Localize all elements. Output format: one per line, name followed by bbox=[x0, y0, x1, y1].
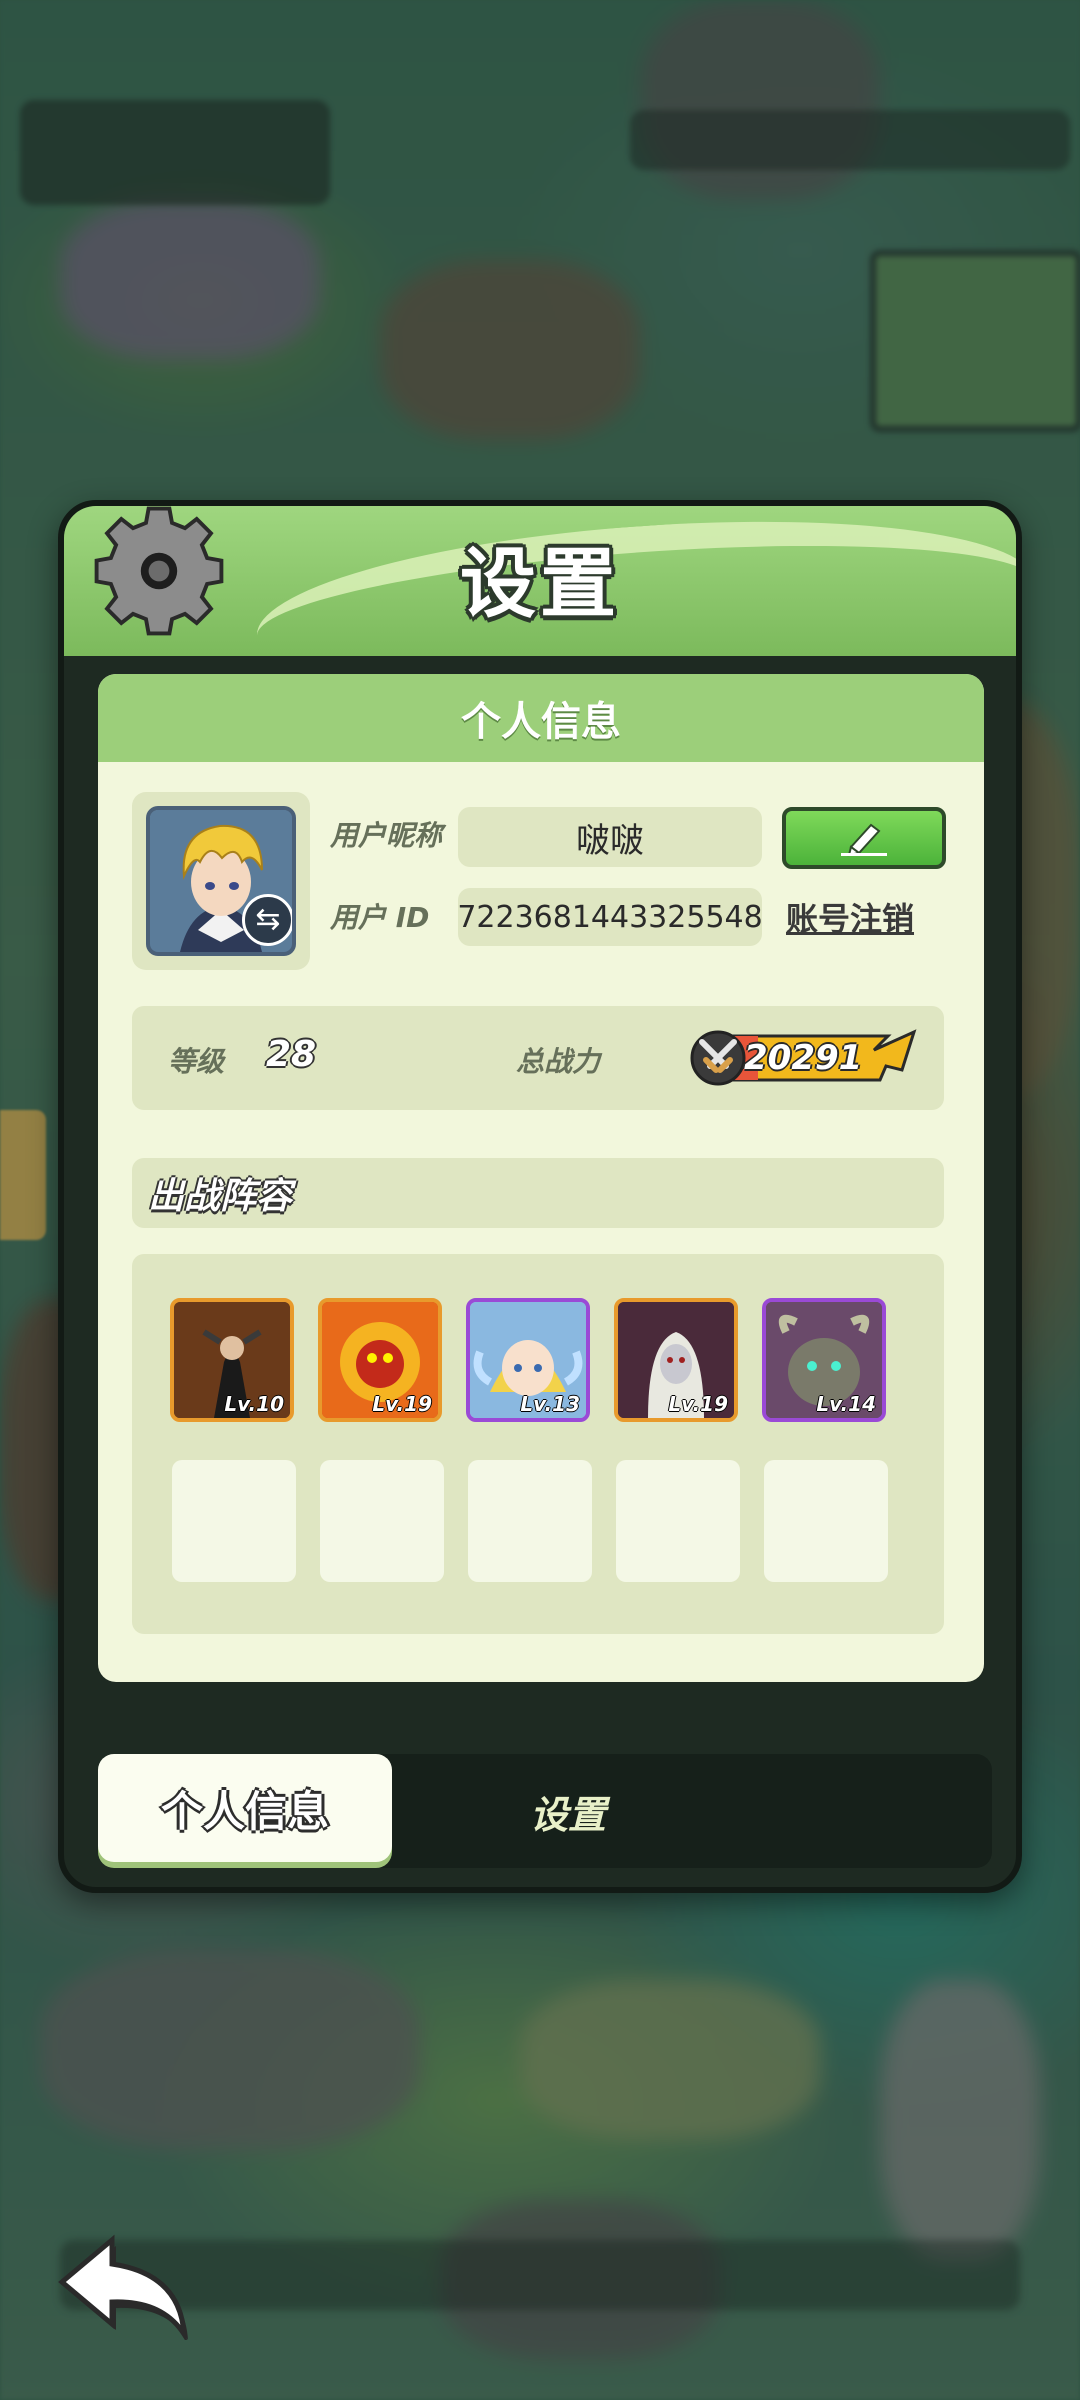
personal-info-card: 个人信息 ⇆ 用户昵称 啵啵 用户 ID 7223681443325548 账号… bbox=[98, 674, 984, 1682]
dialog-tab-bar: 个人信息 设置 bbox=[98, 1754, 992, 1868]
level-value: 28 bbox=[266, 1034, 317, 1075]
empty-hero-slot[interactable] bbox=[172, 1460, 296, 1582]
level-label: 等级 bbox=[168, 1045, 225, 1078]
avatar[interactable]: ⇆ bbox=[146, 806, 296, 956]
dialog-header: 设置 bbox=[64, 506, 1016, 656]
power-badge: 20291 bbox=[688, 1028, 918, 1088]
cancel-account-link[interactable]: 账号注销 bbox=[786, 894, 914, 940]
power-label: 总战力 bbox=[516, 1045, 601, 1078]
tab-settings[interactable]: 设置 bbox=[458, 1754, 678, 1868]
swap-icon[interactable]: ⇆ bbox=[242, 894, 292, 946]
user-id-label: 用户 ID bbox=[330, 901, 430, 934]
hero-card-4[interactable]: Lv.19 bbox=[614, 1298, 738, 1422]
user-id-field: 7223681443325548 bbox=[457, 888, 763, 946]
empty-hero-slot[interactable] bbox=[616, 1460, 740, 1582]
edit-nickname-button[interactable] bbox=[782, 807, 946, 869]
hero-level: Lv.14 bbox=[816, 1392, 876, 1416]
hero-card-1[interactable]: Lv.10 bbox=[170, 1298, 294, 1422]
avatar-frame[interactable]: ⇆ bbox=[132, 792, 310, 970]
empty-hero-slot[interactable] bbox=[320, 1460, 444, 1582]
nickname-label: 用户昵称 bbox=[330, 819, 443, 852]
tab-personal-info[interactable]: 个人信息 bbox=[98, 1754, 392, 1862]
empty-hero-slot[interactable] bbox=[764, 1460, 888, 1582]
pencil-icon bbox=[841, 823, 887, 857]
dialog-title: 设置 bbox=[460, 539, 620, 628]
hero-level: Lv.19 bbox=[372, 1392, 432, 1416]
power-value: 20291 bbox=[744, 1038, 863, 1078]
hero-level: Lv.19 bbox=[668, 1392, 728, 1416]
hero-level: Lv.13 bbox=[520, 1392, 580, 1416]
hero-card-3[interactable]: Lv.13 bbox=[466, 1298, 590, 1422]
hero-card-5[interactable]: Lv.14 bbox=[762, 1298, 886, 1422]
hero-level: Lv.10 bbox=[224, 1392, 284, 1416]
stats-row: 等级 28 总战力 20291 bbox=[132, 1006, 944, 1110]
lineup-title: 出战阵容 bbox=[132, 1158, 944, 1228]
empty-hero-slot[interactable] bbox=[468, 1460, 592, 1582]
settings-dialog: 设置 个人信息 ⇆ 用户昵称 啵啵 用户 ID 7223681443325548… bbox=[58, 500, 1022, 1893]
back-arrow-icon[interactable] bbox=[52, 2230, 202, 2340]
crossed-swords-icon bbox=[699, 1039, 737, 1073]
nickname-field: 啵啵 bbox=[458, 807, 762, 867]
hero-card-2[interactable]: Lv.19 bbox=[318, 1298, 442, 1422]
lineup-grid: Lv.10 Lv.19 Lv.13 Lv.19 Lv.14 bbox=[132, 1254, 944, 1634]
section-title: 个人信息 bbox=[98, 674, 984, 762]
